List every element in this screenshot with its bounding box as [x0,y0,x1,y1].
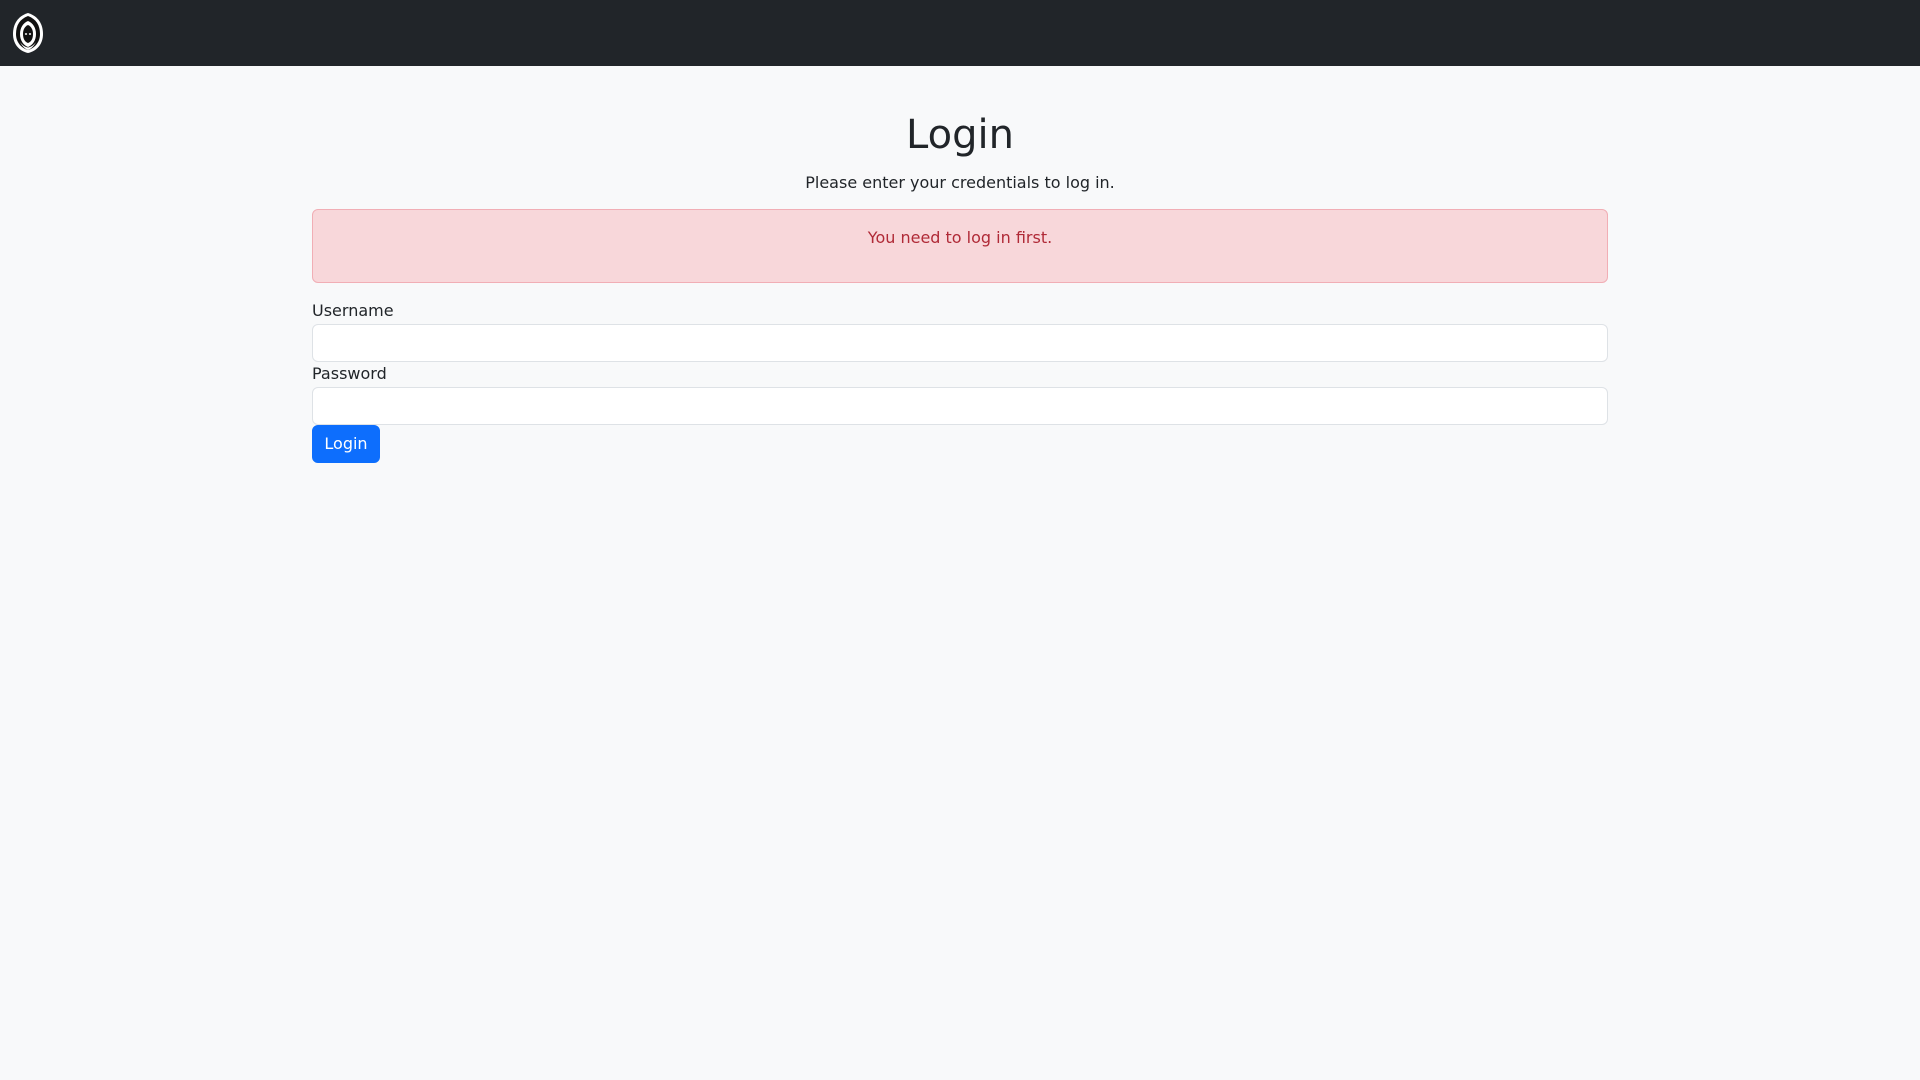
brand-logo-link[interactable] [11,12,45,54]
password-input[interactable] [312,387,1608,425]
password-label: Password [312,364,387,383]
password-group: Password [312,362,1608,425]
top-navbar [0,0,1920,66]
page-subtitle: Please enter your credentials to log in. [805,173,1115,192]
username-group: Username [312,299,1608,362]
username-label: Username [312,301,394,320]
page-title: Login [906,112,1014,158]
login-form: Username Password Login [312,299,1608,463]
login-button[interactable]: Login [312,425,380,463]
username-input[interactable] [312,324,1608,362]
login-container: Login Please enter your credentials to l… [312,111,1608,463]
error-alert: You need to log in first. [312,209,1608,283]
alert-message: You need to log in first. [867,228,1053,247]
hooded-figure-logo-icon [13,13,43,53]
